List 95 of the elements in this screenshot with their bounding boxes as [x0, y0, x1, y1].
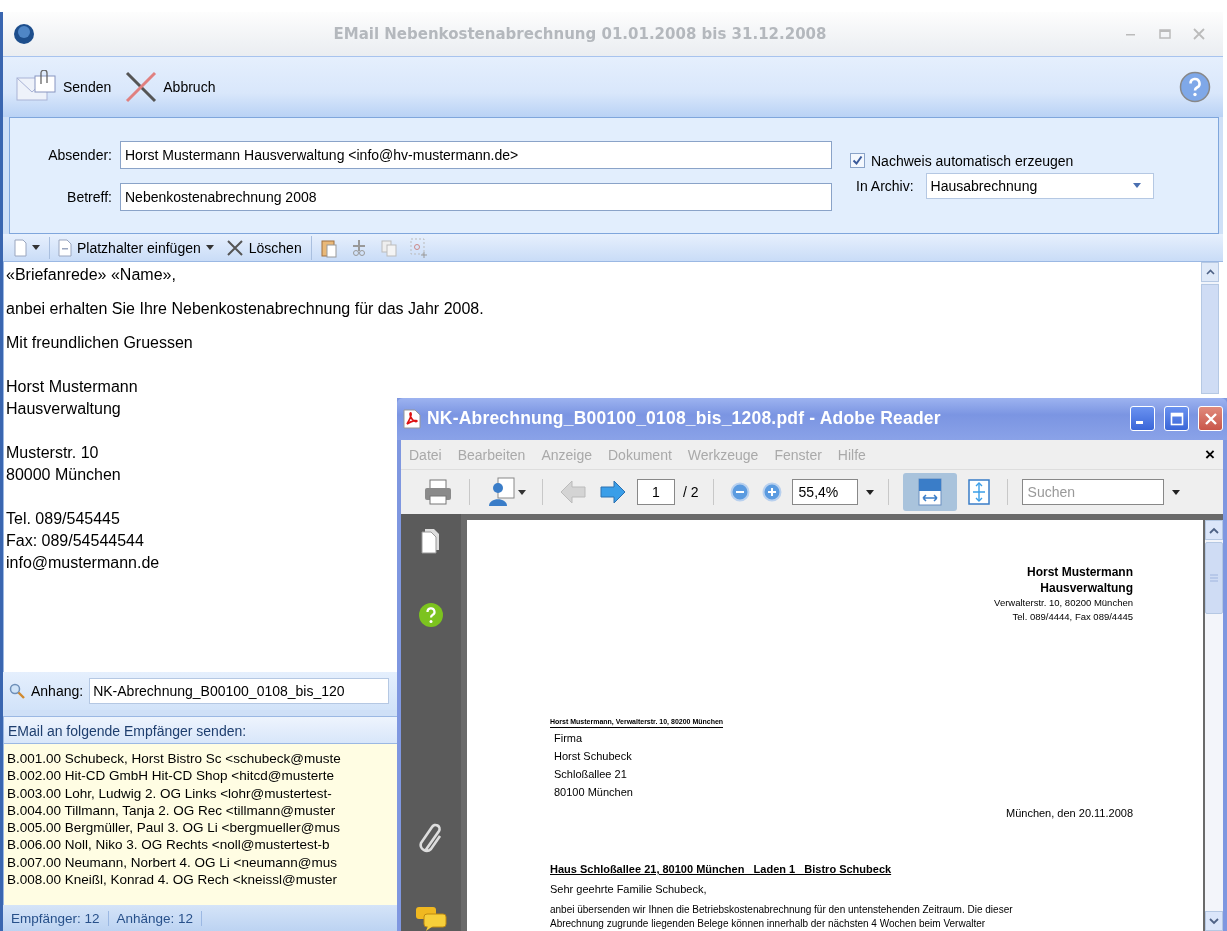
checkbox[interactable]	[850, 153, 865, 168]
message-text: Tel. 089/545445	[6, 509, 120, 529]
attachment-field[interactable]: NK-Abrechnung_B00100_0108_bis_120	[89, 678, 390, 704]
letter-subject: Haus Schloßallee 21, 80100 München Laden 1 Bistro Schubeck	[550, 863, 892, 875]
delete-button[interactable]: Löschen	[222, 236, 305, 259]
clipboard-icon	[319, 237, 338, 258]
checkmark-icon	[852, 155, 863, 166]
grip-icon[interactable]	[1210, 574, 1218, 582]
arrow-left-icon	[559, 479, 587, 506]
minimize-icon	[1136, 421, 1143, 425]
recipient-item[interactable]: B.004.00 Tillmann, Tanja 2. OG Rec <tillmann@muster	[4, 801, 336, 820]
recipient-item[interactable]: B.003.00 Lohr, Ludwig 2. OG Links <lohr@mustertest-	[4, 784, 332, 802]
message-text: Musterstr. 10	[6, 443, 99, 463]
message-text: anbei erhalten Sie Ihre Nebenkostenabrechnung für das Jahr 2008.	[6, 299, 484, 319]
zoom-in-icon	[761, 482, 782, 503]
page-count: / 2	[683, 484, 699, 501]
new-document-button[interactable]	[11, 236, 43, 259]
message-text: 80000 München	[6, 465, 121, 485]
envelope-icon	[15, 70, 59, 104]
sender-field[interactable]: Horst Mustermann Hausverwaltung <info@hv-mustermann.de>	[120, 140, 832, 169]
arrow-down-icon[interactable]	[1209, 917, 1219, 925]
app-icon	[13, 23, 35, 45]
window-title: NK-Abrechnung_B00100_0108_bis_1208.pdf - Adobe Reader	[427, 408, 941, 430]
fit-page-icon	[966, 478, 991, 507]
insert-placeholder-button[interactable]: Platzhalter einfügen	[49, 236, 217, 259]
letter-date: München, den 20.11.2008	[1006, 807, 1133, 819]
caret-icon	[32, 245, 40, 250]
scrollbar[interactable]	[1205, 520, 1223, 931]
close-menu-button[interactable]: ×	[1205, 444, 1215, 465]
close-icon	[1203, 411, 1218, 426]
letterhead-text: Horst Mustermann	[1027, 564, 1133, 580]
close-button[interactable]	[1198, 406, 1223, 432]
archive-dropdown[interactable]: Hausabrechnung	[925, 172, 1154, 199]
letterhead-detail: Verwalterstr. 10, 80200 München	[994, 596, 1133, 610]
minimize-button[interactable]	[1130, 406, 1155, 432]
fit-width-button[interactable]	[902, 473, 957, 512]
message-text: info@mustermann.de	[6, 553, 160, 573]
caret-icon	[518, 489, 526, 495]
address-line: Schloßallee 21	[554, 767, 627, 782]
recipient-item[interactable]: B.002.00 Hit-CD GmbH Hit-CD Shop <hitcd@musterte	[4, 767, 334, 785]
document-icon	[14, 238, 27, 257]
message-text: Horst Mustermann	[6, 377, 138, 397]
window-title: EMail Nebenkostenabrechnung 01.01.2008 bis 31.12.2008	[332, 25, 828, 43]
copy-icon	[379, 238, 398, 257]
dropdown-icon[interactable]	[1171, 489, 1180, 495]
dropdown-icon[interactable]	[865, 489, 874, 495]
arrow-up-icon[interactable]	[1205, 269, 1215, 275]
subject-field[interactable]: Nebenkostenabrechnung 2008	[120, 182, 832, 211]
pages-icon[interactable]	[420, 528, 442, 554]
sender-label: Absender:	[47, 146, 113, 163]
status-text: Empfänger: 12	[3, 910, 109, 926]
address-line: Firma	[554, 731, 583, 746]
letter-text: Abrechnung zugrunde liegenden Belege können innerhalb der nächsten 4 Wochen beim Verwalter	[550, 917, 986, 931]
caret-icon	[205, 245, 214, 250]
salutation: Sehr geehrte Familie Schubeck,	[550, 883, 707, 895]
recipient-item[interactable]: B.007.00 Neumann, Norbert 4. OG Li <neumann@mus	[4, 853, 337, 872]
fit-width-icon	[916, 477, 943, 508]
caret-icon	[1132, 183, 1141, 188]
scrollbar[interactable]	[1201, 262, 1219, 394]
message-text: Mit freundlichen Gruessen	[6, 333, 193, 353]
letterhead-detail: Tel. 089/4444, Fax 089/4445	[1012, 610, 1133, 624]
attachment-label: Anhang:	[31, 683, 84, 699]
address-line: 80100 München	[554, 785, 633, 800]
arrow-right-icon	[599, 479, 627, 506]
pdf-icon	[403, 408, 421, 429]
comments-icon[interactable]	[414, 905, 448, 931]
search-icon[interactable]	[9, 683, 25, 699]
archive-label: In Archiv:	[856, 177, 914, 194]
letter-text: anbei übersenden wir Ihnen die Betriebskostenabrechnung für den untenstehenden Zeitraum. Die dieser	[550, 903, 1013, 917]
message-text: Hausverwaltung	[6, 399, 121, 419]
help-icon[interactable]	[1179, 71, 1211, 103]
cancel-button[interactable]: Abbruch	[123, 69, 216, 105]
message-text: Fax: 089/54544544	[6, 531, 144, 551]
address-line: Horst Schubeck	[554, 749, 632, 764]
subject-label: Betreff:	[66, 188, 113, 205]
cross-icon	[225, 238, 244, 257]
recipient-item[interactable]: B.008.00 Kneißl, Konrad 4. OG Rech <kneissl@muster	[4, 871, 337, 889]
status-text: Anhänge: 12	[108, 910, 203, 926]
maximize-icon	[1169, 411, 1184, 426]
letterhead-text: Hausverwaltung	[1040, 580, 1133, 596]
maximize-button[interactable]	[1164, 406, 1189, 432]
zoom-field[interactable]: 55,4%	[791, 479, 858, 506]
document-icon	[58, 238, 72, 257]
checkbox-label: Nachweis automatisch erzeugen	[871, 152, 1074, 169]
dotted-frame-icon	[409, 237, 428, 258]
recipient-item[interactable]: B.001.00 Schubeck, Horst Bistro Sc <schubeck@muste	[4, 750, 341, 768]
send-button[interactable]: Senden	[15, 70, 112, 104]
message-text: «Briefanrede» «Name»,	[6, 265, 176, 285]
recipient-item[interactable]: B.006.00 Noll, Niko 3. OG Rechts <noll@mustertest-b	[4, 836, 330, 854]
zoom-out-icon	[729, 482, 750, 503]
help-icon[interactable]	[418, 602, 444, 628]
arrow-up-icon[interactable]	[1209, 526, 1219, 534]
printer-icon	[423, 478, 453, 507]
recipient-item[interactable]: B.005.00 Bergmüller, Paul 3. OG Li <bergmueller@mus	[4, 819, 340, 837]
page-number-field[interactable]: 1	[637, 479, 675, 506]
